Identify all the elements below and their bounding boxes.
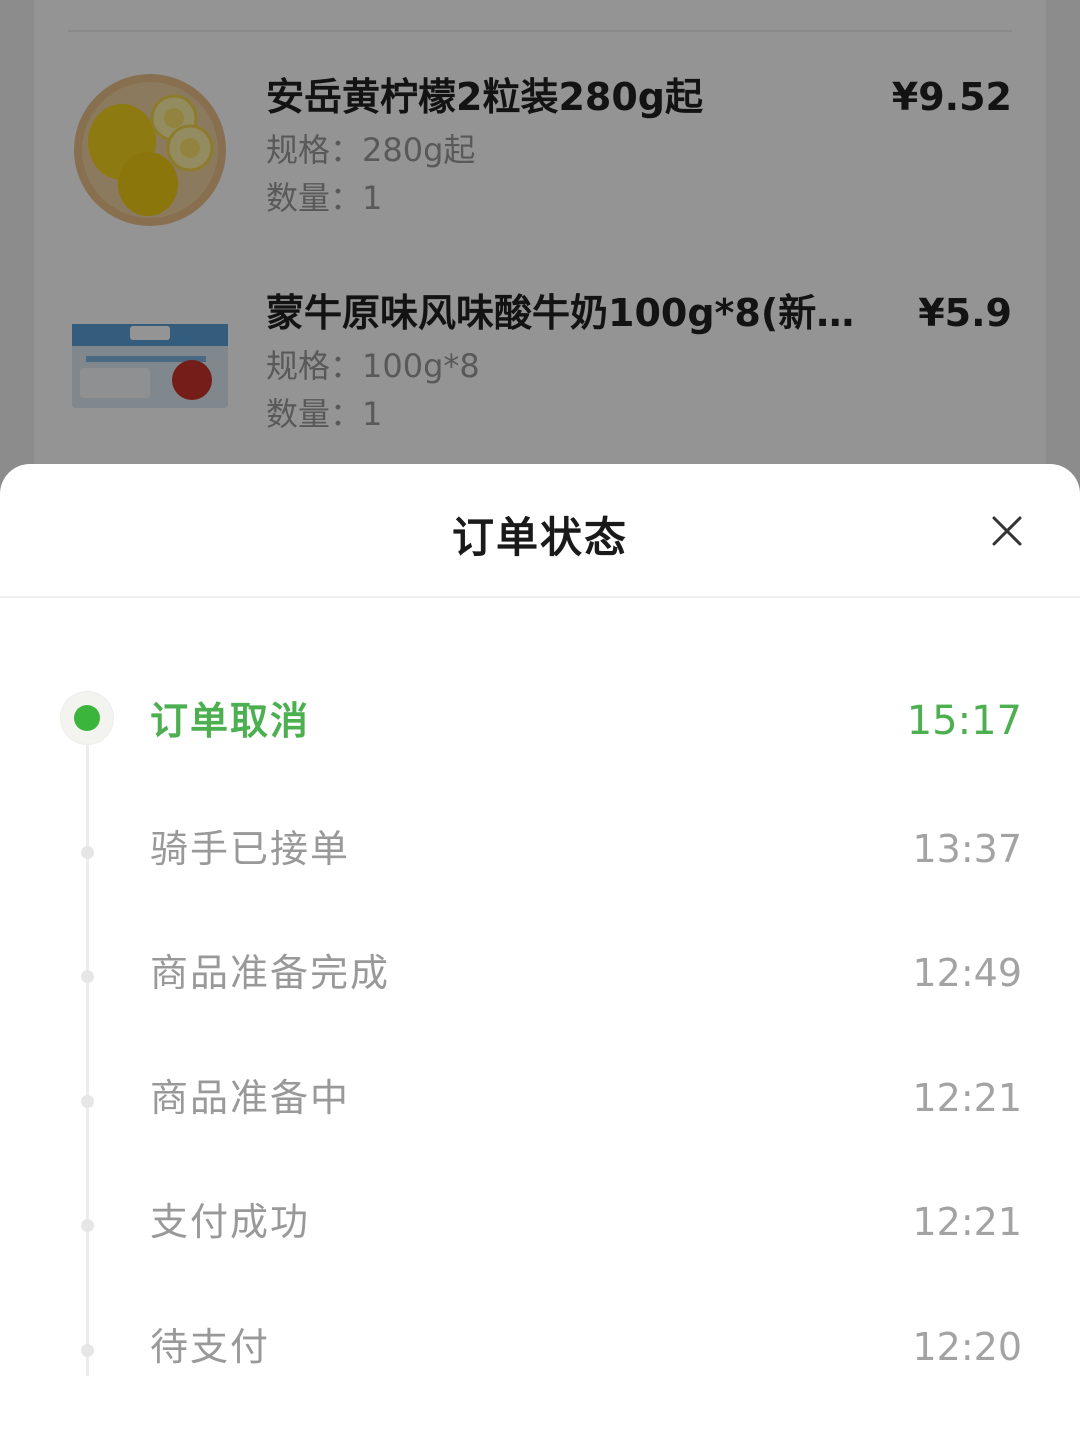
sheet-header: 订单状态 [0,464,1080,598]
timeline-item: 订单取消 15:17 [0,686,1080,766]
sheet-title: 订单状态 [451,513,628,562]
status-label: 支付成功 [150,1200,311,1244]
timeline-item: 支付成功 12:21 [0,1187,1080,1267]
timeline-item: 商品准备中 12:21 [0,1063,1080,1143]
status-time: 15:17 [906,698,1022,744]
status-dot [81,1344,94,1357]
status-dot-active [61,692,113,744]
status-time: 12:49 [912,951,1022,995]
status-time: 12:20 [912,1325,1022,1369]
order-status-sheet: 订单状态 订单取消 15:17 骑手已接单 13:37 商品准备完成 12:49 [0,464,1080,1432]
close-button[interactable] [984,508,1030,554]
timeline-item: 待支付 12:20 [0,1312,1080,1392]
timeline-item: 骑手已接单 13:37 [0,814,1080,894]
status-time: 13:37 [912,827,1022,871]
status-time: 12:21 [912,1076,1022,1120]
status-label: 待支付 [150,1325,271,1369]
status-dot [81,846,94,859]
status-dot [81,1095,94,1108]
timeline-item: 商品准备完成 12:49 [0,938,1080,1018]
status-label: 商品准备中 [150,1076,351,1120]
status-dot [81,970,94,983]
status-label: 订单取消 [150,699,311,743]
status-label: 商品准备完成 [150,951,391,995]
close-icon [992,516,1022,546]
status-time: 12:21 [912,1200,1022,1244]
status-dot [81,1219,94,1232]
status-label: 骑手已接单 [150,827,351,871]
